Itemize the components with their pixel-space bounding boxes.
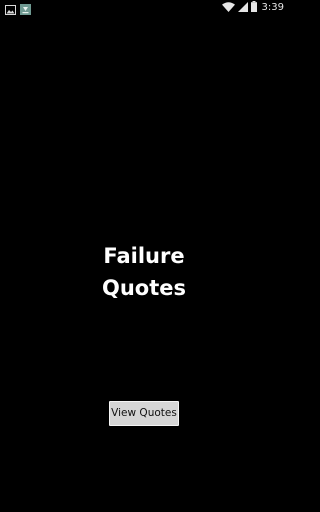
app-title-line-1: Failure xyxy=(103,244,185,268)
image-notification-icon xyxy=(5,2,16,20)
app-title-line-2: Quotes xyxy=(101,276,186,300)
wifi-icon xyxy=(221,0,235,17)
download-notification-icon xyxy=(20,2,31,20)
notification-area xyxy=(5,2,35,20)
system-status-area: 3:39 xyxy=(219,1,284,15)
battery-icon xyxy=(250,0,257,17)
signal-icon xyxy=(237,0,248,17)
status-bar: 3:39 xyxy=(0,0,288,16)
app-title: Failure Quotes xyxy=(0,240,288,304)
status-bar-time: 3:39 xyxy=(261,2,284,13)
view-quotes-button[interactable]: View Quotes xyxy=(109,401,179,426)
